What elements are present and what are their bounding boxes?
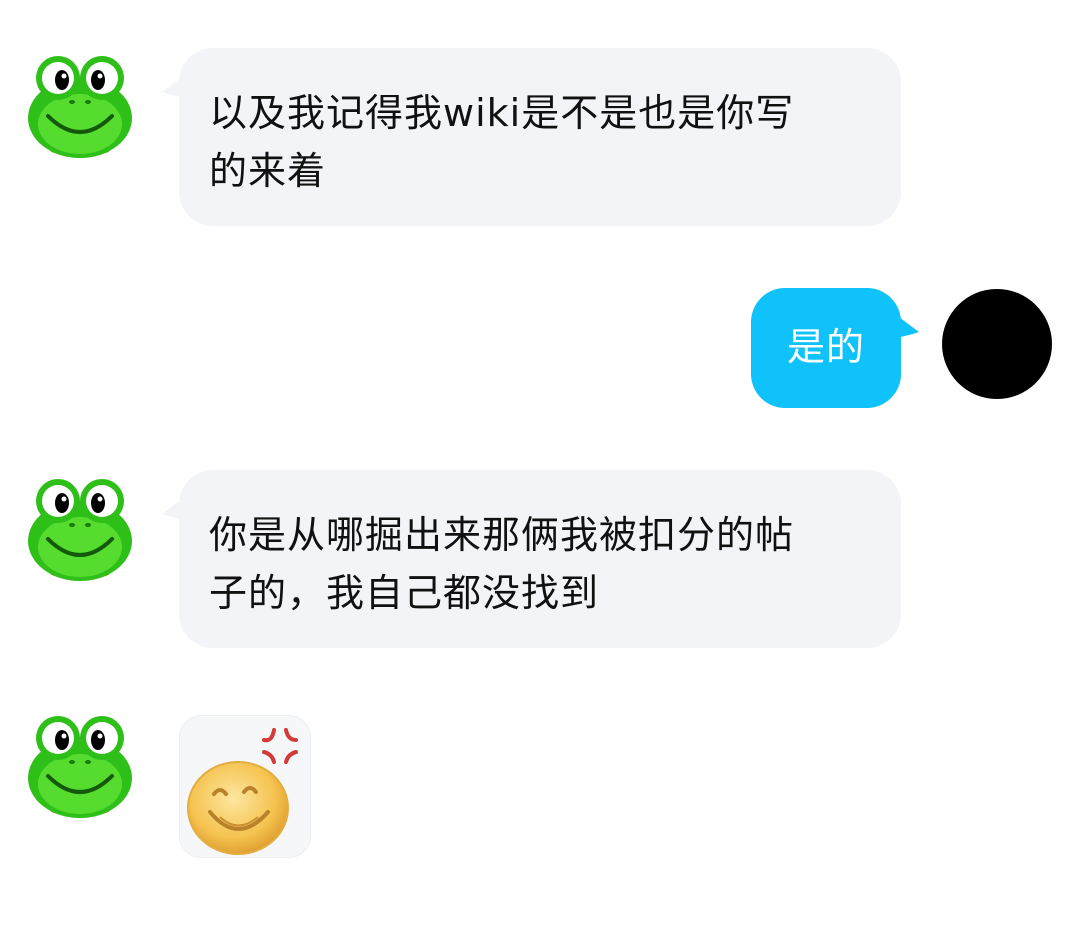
frog-avatar-icon[interactable] (24, 473, 136, 585)
incoming-message-bubble[interactable]: 你是从哪掘出来那俩我被扣分的帖 子的，我自己都没找到 (179, 470, 901, 648)
bubble-tail-icon (162, 74, 186, 98)
frog-avatar-icon[interactable] (24, 50, 136, 162)
message-text-line: 以及我记得我wiki是不是也是你写 (209, 91, 795, 135)
chat-message-list[interactable]: 以及我记得我wiki是不是也是你写 的来着 是的 你是从哪掘出来那俩我被扣分的帖… (0, 0, 1080, 928)
bubble-tail-icon (895, 314, 919, 338)
frog-avatar-icon[interactable] (24, 710, 136, 822)
message-text-line: 你是从哪掘出来那俩我被扣分的帖 (209, 513, 795, 557)
sticker-message[interactable] (179, 715, 311, 858)
self-avatar[interactable] (941, 288, 1053, 400)
message-text-line: 的来着 (209, 149, 327, 193)
outgoing-message-bubble[interactable]: 是的 (751, 288, 901, 408)
message-text-line: 是的 (786, 325, 865, 369)
incoming-message-bubble[interactable]: 以及我记得我wiki是不是也是你写 的来着 (179, 48, 901, 226)
angry-grin-emoji-sticker-icon (187, 728, 298, 855)
message-text-line: 子的，我自己都没找到 (209, 571, 600, 615)
bubble-tail-icon (162, 496, 186, 520)
